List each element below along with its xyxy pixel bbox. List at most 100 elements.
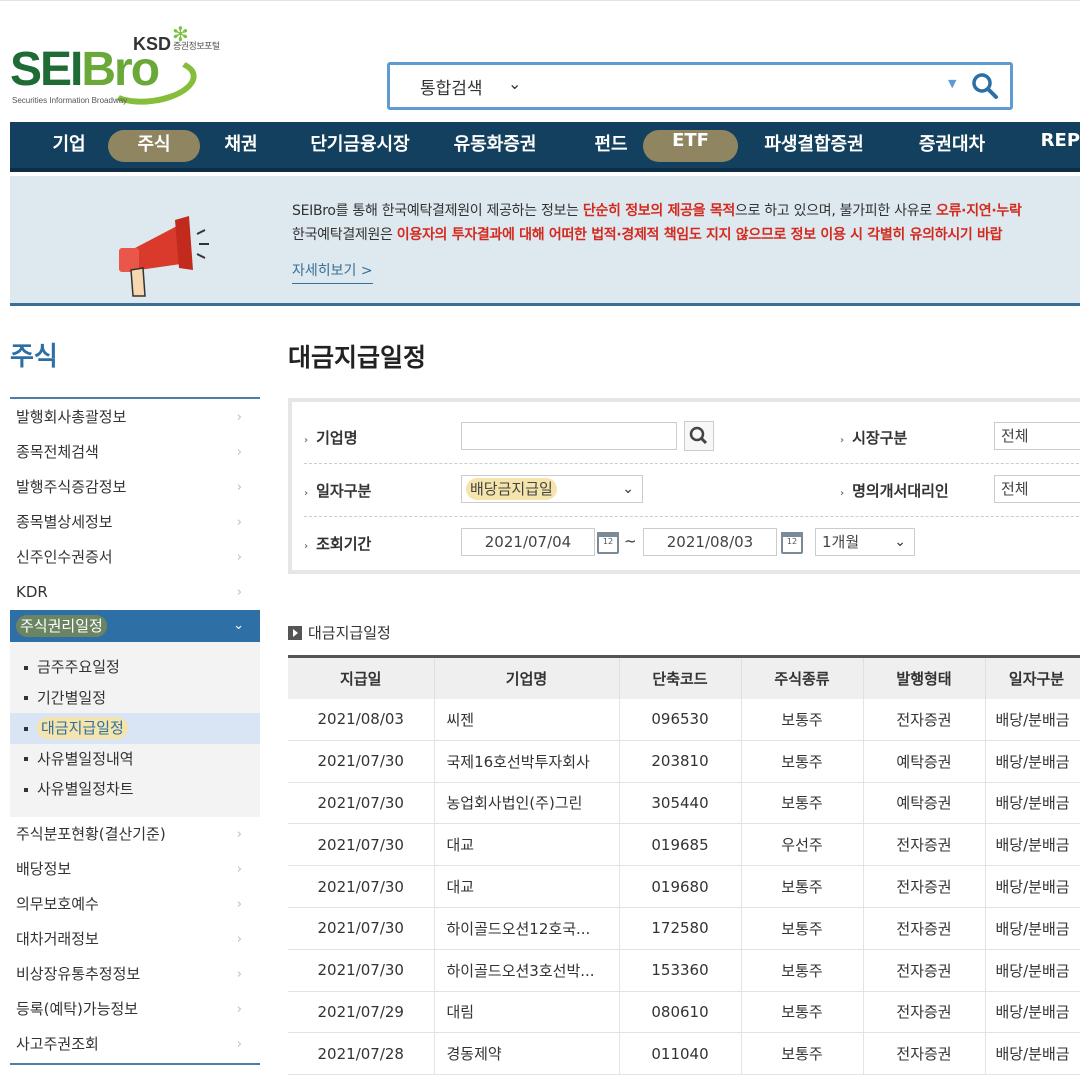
table-cell: 080610: [619, 991, 742, 1034]
sidebar-item-distribution[interactable]: 주식분포현황(결산기준) ›: [10, 817, 260, 852]
company-name-cell[interactable]: 경동제약: [434, 1032, 620, 1076]
notice-more-link[interactable]: 자세히보기 >: [292, 260, 373, 284]
dropdown-triangle-icon[interactable]: ▼: [948, 77, 956, 90]
chevron-right-icon: ›: [236, 896, 242, 912]
table-row[interactable]: 2021/07/29 대림 080610 보통주 전자증권 배당/분배금: [288, 991, 1080, 1034]
table-row[interactable]: 2021/08/03 씨젠 096530 보통주 전자증권 배당/분배금: [288, 698, 1080, 741]
table-cell: 보통주: [741, 991, 864, 1034]
submenu-item-payment[interactable]: 대금지급일정: [10, 713, 260, 744]
table-row[interactable]: 2021/07/30 농업회사법인(주)그린 305440 보통주 예탁증권 배당/분배금: [288, 782, 1080, 825]
col-header[interactable]: 주식종류: [741, 655, 864, 699]
table-cell: 2021/08/03: [288, 698, 435, 741]
table-cell: 예탁증권: [863, 782, 986, 825]
company-name-cell[interactable]: 대교: [434, 823, 620, 867]
company-name-cell[interactable]: 하이골드오션3호선박...: [434, 949, 620, 992]
sidebar-item-all-search[interactable]: 종목전체검색 ›: [10, 435, 260, 470]
table-cell: 우선주: [741, 823, 864, 867]
date-range-tilde: ~: [624, 532, 637, 550]
period-label: › 조회기간: [304, 535, 372, 553]
nav-fund[interactable]: 펀드: [588, 130, 634, 162]
sidebar-item-registrable[interactable]: 등록(예탁)가능정보 ›: [10, 992, 260, 1027]
date-from-input[interactable]: 2021/07/04: [461, 528, 595, 556]
search-icon[interactable]: [970, 71, 1000, 101]
nav-corporate[interactable]: 기업: [48, 130, 90, 162]
submenu-item-period[interactable]: 기간별일정: [10, 683, 260, 714]
sidebar-item-dividend[interactable]: 배당정보 ›: [10, 852, 260, 887]
table-cell: 보통주: [741, 907, 864, 950]
sidebar-item-rights[interactable]: 신주인수권증서 ›: [10, 540, 260, 575]
table-cell: 203810: [619, 740, 742, 783]
sidebar-item-lockup[interactable]: 의무보호예수 ›: [10, 887, 260, 922]
table-cell: 2021/07/30: [288, 782, 435, 825]
col-header[interactable]: 기업명: [434, 655, 620, 699]
table-cell: 보통주: [741, 740, 864, 783]
col-header[interactable]: 일자구분: [985, 655, 1080, 699]
table-cell: 배당/분배금: [985, 907, 1080, 950]
company-name-cell[interactable]: 하이골드오션12호국...: [434, 907, 620, 950]
section-label: 대금지급일정: [288, 622, 391, 643]
nav-derivative[interactable]: 파생결합증권: [758, 130, 870, 162]
nav-etf[interactable]: ETF: [643, 130, 738, 162]
table-row[interactable]: 2021/07/30 대교 019680 보통주 전자증권 배당/분배금: [288, 865, 1080, 908]
nav-money-market[interactable]: 단기금융시장: [300, 130, 420, 162]
nav-bond[interactable]: 채권: [215, 130, 267, 162]
market-label: › 시장구분: [840, 429, 908, 447]
global-search[interactable]: 통합검색 ⌄ ▼: [387, 62, 1013, 110]
calendar-icon[interactable]: 12: [597, 532, 619, 554]
company-search-button[interactable]: [684, 421, 714, 451]
company-name-cell[interactable]: 씨젠: [434, 698, 620, 741]
table-row[interactable]: 2021/07/30 하이골드오션3호선박... 153360 보통주 전자증권 배당/분…: [288, 949, 1080, 992]
search-icon[interactable]: [685, 422, 713, 450]
sidebar-item-issuer-summary[interactable]: 발행회사총괄정보 ›: [10, 400, 260, 435]
company-name-cell[interactable]: 대교: [434, 865, 620, 908]
table-cell: 보통주: [741, 949, 864, 992]
nav-lending[interactable]: 증권대차: [912, 130, 992, 162]
sidebar-item-rights-schedule[interactable]: 주식권리일정 ⌄: [10, 610, 260, 642]
date-to-input[interactable]: 2021/08/03: [643, 528, 777, 556]
search-category-select[interactable]: 통합검색: [420, 74, 483, 99]
agent-select[interactable]: 전체: [994, 475, 1080, 503]
filter-row: › 조회기간 2021/07/04 12 ~ 2021/08/03 12 1개월 ⌄: [304, 518, 1080, 570]
col-header[interactable]: 지급일: [288, 655, 435, 699]
table-row[interactable]: 2021/07/30 국제16호선박투자회사 203810 보통주 예탁증권 배당/분배금: [288, 740, 1080, 783]
table-cell: 2021/07/29: [288, 991, 435, 1034]
sidebar-item-kdr[interactable]: KDR ›: [10, 575, 260, 610]
search-filter-panel: › 기업명 › 시장구분 전체 › 일자구분 배당금지급일 ⌄ › 명의개서대리인 전체 …: [288, 398, 1080, 574]
sidebar-submenu: 금주주요일정 기간별일정 대금지급일정 사유별일정내역 사유별일정차트: [10, 642, 260, 817]
table-row[interactable]: 2021/07/30 대교 019685 우선주 전자증권 배당/분배금: [288, 823, 1080, 867]
table-row[interactable]: 2021/07/28 경동제약 011040 보통주 전자증권 배당/분배금: [288, 1032, 1080, 1076]
company-name-cell[interactable]: 농업회사법인(주)그린: [434, 782, 620, 825]
nav-abs[interactable]: 유동화증권: [445, 130, 545, 162]
company-input[interactable]: [461, 422, 677, 450]
sidebar-item-lending[interactable]: 대차거래정보 ›: [10, 922, 260, 957]
market-select[interactable]: 전체: [994, 422, 1080, 450]
sidebar-divider: [10, 397, 260, 399]
period-select[interactable]: 1개월 ⌄: [815, 528, 915, 556]
date-type-label: › 일자구분: [304, 482, 372, 500]
seibro-logo[interactable]: ✻ KSD 증권정보포털 SEIBro Securities Informati…: [10, 22, 250, 114]
main-nav: 기업 주식 채권 단기금융시장 유동화증권 펀드 ETF 파생결합증권 증권대차…: [10, 122, 1080, 172]
company-name-cell[interactable]: 대림: [434, 991, 620, 1034]
company-name-cell[interactable]: 국제16호선박투자회사: [434, 740, 620, 783]
logo-wordmark: SEIBro: [10, 43, 160, 96]
submenu-item-reason-list[interactable]: 사유별일정내역: [10, 744, 260, 775]
col-header[interactable]: 단축코드: [619, 655, 742, 699]
nav-repo[interactable]: REPO: [1038, 130, 1080, 162]
submenu-item-reason-chart[interactable]: 사유별일정차트: [10, 774, 260, 805]
sidebar-item-share-change[interactable]: 발행주식증감정보 ›: [10, 470, 260, 505]
table-row[interactable]: 2021/07/30 하이골드오션12호국... 172580 보통주 전자증권 배당/분…: [288, 907, 1080, 950]
sidebar-item-detail[interactable]: 종목별상세정보 ›: [10, 505, 260, 540]
col-header[interactable]: 발행형태: [863, 655, 986, 699]
payment-schedule-table: 지급일 기업명 단축코드 주식종류 발행형태 일자구분 2021/08/03 씨젠…: [288, 655, 1080, 1076]
chevron-down-icon[interactable]: ⌄: [508, 74, 521, 93]
sidebar-item-unlisted[interactable]: 비상장유통추정정보 ›: [10, 957, 260, 992]
logo-tagline: Securities Information Broadway: [12, 96, 128, 105]
notice-line-1: SEIBro를 통해 한국예탁결제원이 제공하는 정보는 단순히 정보의 제공을…: [292, 203, 1022, 219]
nav-stock[interactable]: 주식: [108, 130, 200, 162]
sidebar-item-accident[interactable]: 사고주권조회 ›: [10, 1027, 260, 1062]
date-type-select[interactable]: 배당금지급일 ⌄: [461, 475, 643, 503]
table-cell: 019680: [619, 865, 742, 908]
submenu-item-weekly[interactable]: 금주주요일정: [10, 652, 260, 683]
chevron-right-icon: ›: [236, 966, 242, 982]
calendar-icon[interactable]: 12: [781, 532, 803, 554]
